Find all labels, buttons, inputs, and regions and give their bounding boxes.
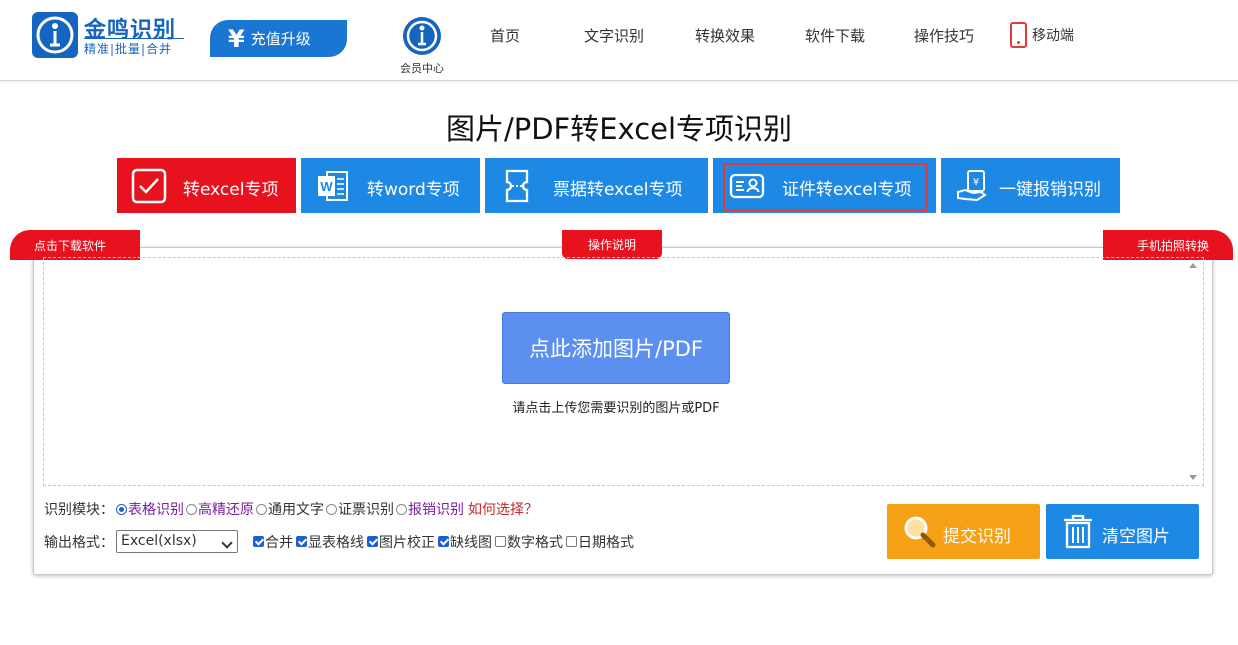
logo-badge-icon [32,12,78,58]
check-label-image-correction[interactable]: 图片校正 [379,532,435,552]
scroll-up-arrow-icon[interactable] [1189,263,1197,268]
ticket-icon [499,168,535,204]
check-label-number-format[interactable]: 数字格式 [507,532,563,552]
submit-recognition-button[interactable]: 提交识别 [887,504,1040,559]
add-file-button[interactable]: 点此添加图片/PDF [502,312,730,384]
how-to-choose-link[interactable]: 如何选择？ [468,499,538,519]
tab-label: 票据转excel专项 [553,180,683,200]
recharge-upgrade-button[interactable]: ¥ 充值升级 [210,20,347,57]
magnifier-icon [901,513,937,549]
tab-invoice-excel[interactable]: 票据转excel专项 [485,158,708,213]
clear-images-button[interactable]: 清空图片 [1046,504,1199,559]
checkbox-date-format[interactable] [566,536,577,547]
nav-home[interactable]: 首页 [490,25,520,46]
nav-software-download[interactable]: 软件下载 [805,25,865,46]
id-card-icon [729,168,765,204]
yen-icon: ¥ [228,24,245,53]
checkbox-number-format[interactable] [495,536,506,547]
checkbox-show-gridlines[interactable] [296,536,307,547]
tab-word[interactable]: W 转word专项 [301,158,480,213]
mobile-photo-ribbon[interactable]: 手机拍照转换 [1103,230,1233,260]
checkbox-merge[interactable] [253,536,264,547]
radio-general-text[interactable] [256,503,267,515]
scroll-down-arrow-icon[interactable] [1189,475,1197,480]
module-reimbursement[interactable]: 报销识别 [408,499,464,519]
nav-conversion-effect[interactable]: 转换效果 [695,25,755,46]
recharge-label: 充值升级 [250,30,311,48]
clear-label: 清空图片 [1102,527,1170,547]
nav-mobile[interactable]: 移动端 [1010,22,1074,48]
member-avatar-icon [402,16,442,56]
module-high-precision[interactable]: 高精还原 [198,499,254,519]
download-software-ribbon[interactable]: 点击下载软件 [10,230,140,260]
module-options: 识别模块： 表格识别 高精还原 通用文字 证票识别 报销识别 如何选择？ [44,499,538,519]
checkbox-icon [131,168,167,204]
word-doc-icon: W [315,168,351,204]
logo-tagline: 精准|批量|合并 [84,42,173,56]
check-label-merge[interactable]: 合并 [265,532,293,552]
top-header: 金鸣识别 精准|批量|合并 ¥ 充值升级 会员中心 首页 文字识别 转换效果 软… [0,0,1238,81]
reimburse-hand-icon: ¥ [955,168,991,204]
module-certificate[interactable]: 证票识别 [338,499,394,519]
format-options: 输出格式： Excel(xlsx) 合并 显表格线 图片校正 缺线图 数字格式 … [44,530,634,553]
check-label-show-gridlines[interactable]: 显表格线 [308,532,364,552]
mobile-label: 移动端 [1032,28,1074,44]
nav-tips[interactable]: 操作技巧 [914,25,974,46]
checkbox-image-correction[interactable] [367,536,378,547]
tab-label: 转excel专项 [183,180,279,200]
radio-high-precision[interactable] [186,503,197,515]
phone-icon [1010,22,1027,48]
tab-label: 证件转excel专项 [782,180,912,200]
member-center[interactable]: 会员中心 [394,16,450,78]
tab-reimbursement[interactable]: ¥ 一键报销识别 [941,158,1120,213]
tab-label: 一键报销识别 [999,180,1101,200]
upload-hint: 请点击上传您需要识别的图片或PDF [512,401,720,416]
module-table[interactable]: 表格识别 [128,499,184,519]
tab-id-excel[interactable]: 证件转excel专项 [713,158,936,213]
module-label: 识别模块： [44,502,114,518]
logo-divider [84,38,184,39]
svg-text:W: W [320,179,333,194]
member-label: 会员中心 [400,62,444,75]
radio-reimbursement[interactable] [396,503,407,515]
tab-excel[interactable]: 转excel专项 [117,158,296,213]
tab-label: 转word专项 [367,180,460,200]
nav-text-recognition[interactable]: 文字识别 [584,25,644,46]
check-label-date-format[interactable]: 日期格式 [578,532,634,552]
module-general-text[interactable]: 通用文字 [268,499,324,519]
submit-label: 提交识别 [943,527,1011,547]
checkbox-missing-lines[interactable] [438,536,449,547]
page-title: 图片/PDF转Excel专项识别 [445,112,793,146]
radio-certificate[interactable] [326,503,337,515]
instructions-ribbon[interactable]: 操作说明 [562,230,662,259]
site-logo[interactable]: 金鸣识别 精准|批量|合并 [32,12,187,60]
check-label-missing-lines[interactable]: 缺线图 [450,532,492,552]
svg-text:¥: ¥ [973,177,979,188]
trash-icon [1060,513,1096,549]
radio-table[interactable] [116,503,127,515]
output-format-select[interactable]: Excel(xlsx) [116,530,238,553]
format-label: 输出格式： [44,534,114,551]
